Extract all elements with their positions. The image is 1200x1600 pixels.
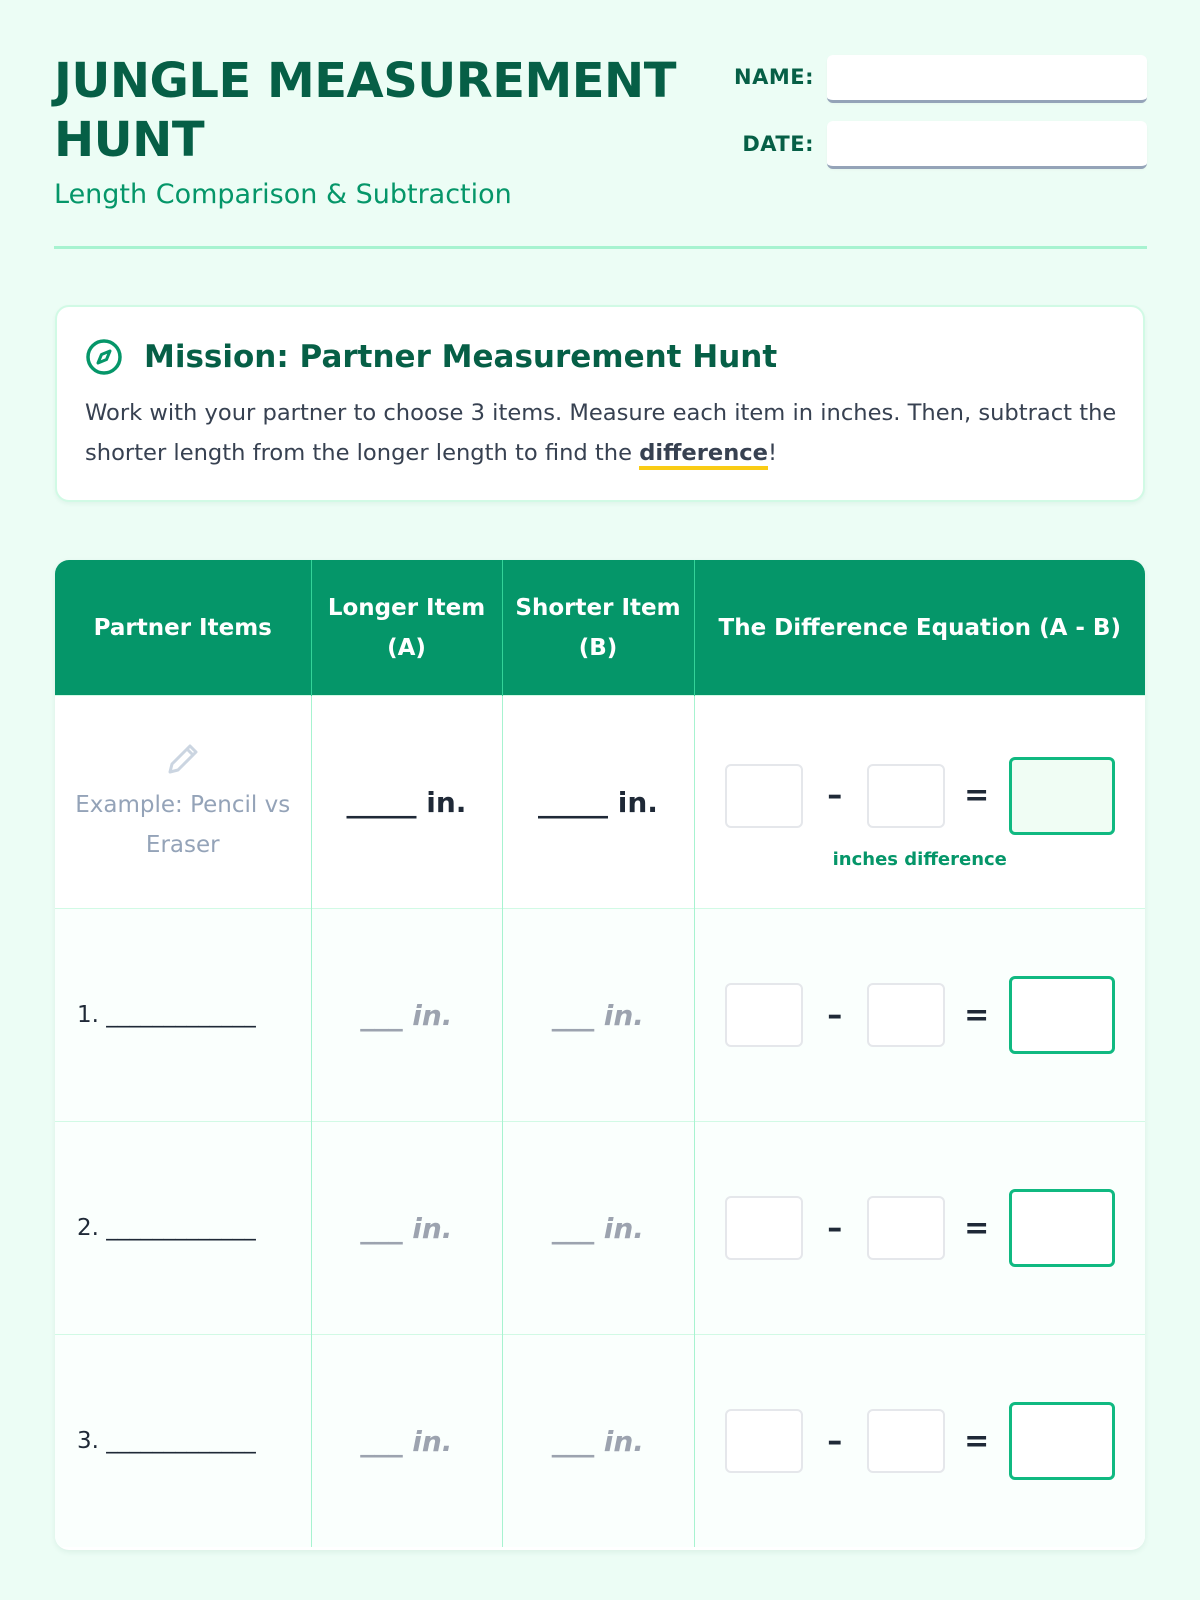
shorter-cell[interactable]: ___ in.	[502, 1334, 695, 1547]
page-title: JUNGLE MEASUREMENT HUNT	[54, 53, 676, 168]
header-difference-equation: The Difference Equation (A - B)	[694, 560, 1145, 696]
header-shorter-item: Shorter Item (B)	[502, 560, 695, 696]
operand-b-box[interactable]	[866, 763, 945, 828]
result-box[interactable]	[1008, 1189, 1115, 1267]
compass-icon	[86, 339, 122, 375]
operand-b-box[interactable]	[866, 983, 945, 1047]
table-header-row: Partner Items Longer Item (A) Shorter It…	[55, 560, 1145, 696]
mission-text-end: !	[768, 440, 778, 466]
shorter-value: ___ in.	[552, 1211, 644, 1245]
page-subtitle: Length Comparison & Subtraction	[54, 179, 512, 210]
date-input[interactable]	[827, 121, 1147, 169]
operand-b-box[interactable]	[866, 1196, 945, 1260]
item-name-cell[interactable]: 1. _____________	[55, 908, 312, 1122]
name-input[interactable]	[827, 55, 1147, 103]
mission-card: Mission: Partner Measurement Hunt Work w…	[55, 305, 1145, 502]
equation-cell: – =	[694, 908, 1146, 1122]
example-shorter-cell: _____ in.	[502, 695, 695, 909]
mission-text-main: Work with your partner to choose 3 items…	[85, 400, 1117, 466]
table-row: 1. _____________ ___ in. ___ in. – =	[55, 908, 1146, 1122]
equals-sign: =	[964, 778, 990, 813]
example-label: Example: Pencil vs Eraser	[75, 792, 291, 858]
example-shorter-value: _____ in.	[538, 785, 658, 819]
equation: – =	[695, 756, 1146, 835]
mission-text: Work with your partner to choose 3 items…	[85, 393, 1125, 473]
shorter-cell[interactable]: ___ in.	[502, 908, 695, 1122]
table-row: 3. _____________ ___ in. ___ in. – =	[55, 1334, 1146, 1547]
shorter-value: ___ in.	[552, 998, 644, 1032]
item-name-cell[interactable]: 3. _____________	[55, 1334, 312, 1547]
equals-sign: =	[964, 997, 990, 1033]
equals-sign: =	[964, 1423, 990, 1459]
result-box[interactable]	[1008, 976, 1115, 1054]
longer-cell[interactable]: ___ in.	[311, 1121, 503, 1335]
result-box[interactable]	[1008, 1402, 1115, 1480]
shorter-cell[interactable]: ___ in.	[502, 1121, 695, 1335]
minus-sign: –	[827, 1423, 843, 1459]
longer-value: ___ in.	[360, 1211, 453, 1245]
header-divider	[54, 246, 1147, 249]
minus-sign: –	[827, 997, 843, 1033]
example-row: Example: Pencil vs Eraser _____ in. ____…	[55, 695, 1146, 909]
item-name-cell[interactable]: 2. _____________	[55, 1121, 312, 1335]
longer-value: ___ in.	[360, 1424, 453, 1458]
equation: – =	[695, 976, 1146, 1054]
table-row: 2. _____________ ___ in. ___ in. – =	[55, 1121, 1146, 1335]
operand-b-box[interactable]	[866, 1409, 945, 1473]
minus-sign: –	[827, 778, 843, 813]
result-box[interactable]	[1008, 756, 1115, 835]
mission-title: Mission: Partner Measurement Hunt	[144, 339, 778, 375]
shorter-value: ___ in.	[552, 1424, 644, 1458]
operand-a-box[interactable]	[724, 983, 803, 1047]
example-equation-cell: – = inches difference	[694, 695, 1146, 909]
header-partner-items: Partner Items	[55, 560, 312, 696]
operand-a-box[interactable]	[724, 763, 803, 828]
equation-cell: – =	[694, 1334, 1146, 1547]
example-longer-value: _____ in.	[346, 785, 467, 819]
example-item-cell: Example: Pencil vs Eraser	[55, 695, 312, 909]
operand-a-box[interactable]	[724, 1409, 803, 1473]
minus-sign: –	[827, 1210, 843, 1246]
header-longer-item: Longer Item (A)	[311, 560, 503, 696]
worksheet-page: JUNGLE MEASUREMENT HUNT Length Compariso…	[0, 0, 1200, 1600]
example-longer-cell: _____ in.	[311, 695, 503, 909]
inches-difference-note: inches difference	[832, 848, 1007, 870]
longer-cell[interactable]: ___ in.	[311, 908, 503, 1122]
mission-highlight-word: difference	[639, 440, 768, 470]
date-label: DATE:	[742, 132, 814, 156]
pencil-icon	[168, 744, 198, 774]
longer-value: ___ in.	[360, 998, 453, 1032]
name-label: NAME:	[734, 65, 814, 89]
equation-cell: – =	[694, 1121, 1146, 1335]
operand-a-box[interactable]	[724, 1196, 803, 1260]
equation: – =	[695, 1402, 1146, 1480]
equation: – =	[695, 1189, 1146, 1267]
measurement-table: Partner Items Longer Item (A) Shorter It…	[55, 560, 1145, 1550]
equals-sign: =	[964, 1210, 990, 1246]
longer-cell[interactable]: ___ in.	[311, 1334, 503, 1547]
